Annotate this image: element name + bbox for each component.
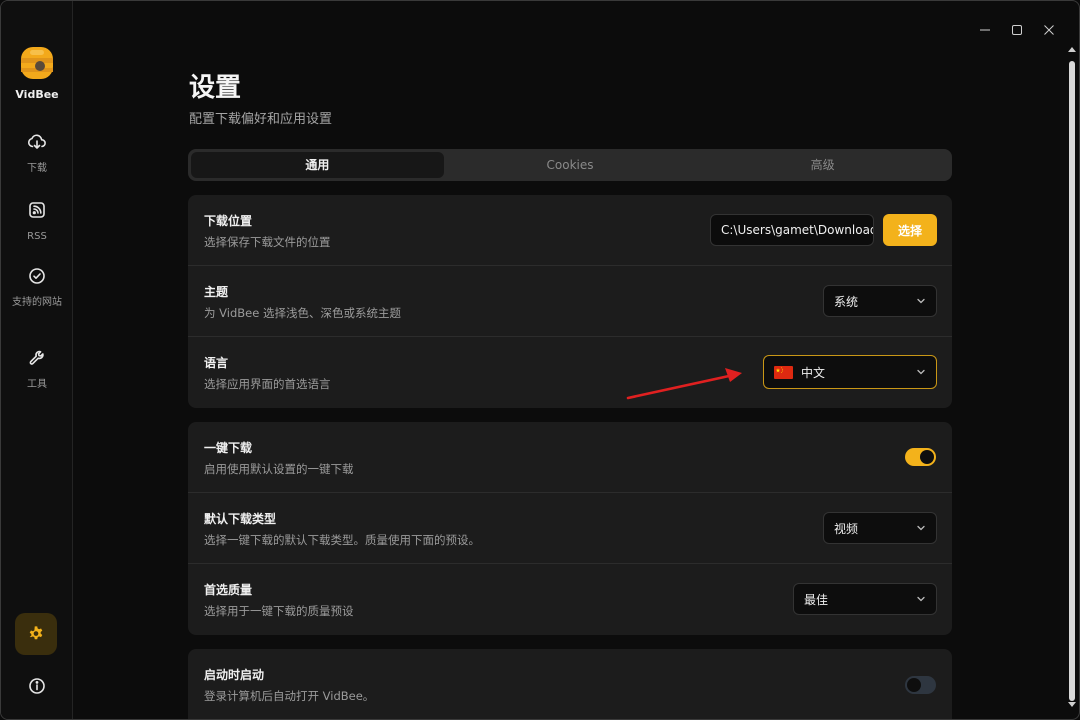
setting-title: 下载位置 <box>204 214 253 228</box>
check-circle-icon <box>29 268 45 284</box>
setting-theme: 主题 为 VidBee 选择浅色、深色或系统主题 系统 <box>188 266 952 337</box>
tab-general[interactable]: 通用 <box>191 152 444 178</box>
maximize-icon <box>1012 25 1022 35</box>
sidebar: VidBee 下载 RSS 支持的网站 工具 <box>1 1 73 719</box>
setting-title: 首选质量 <box>204 583 253 597</box>
chevron-down-icon <box>917 369 925 375</box>
toggle-knob <box>907 678 921 692</box>
download-type-select[interactable]: 视频 <box>823 512 937 544</box>
setting-download-location: 下载位置 选择保存下载文件的位置 C:\Users\gamet\Download… <box>188 195 952 266</box>
setting-preferred-quality: 首选质量 选择用于一键下载的质量预设 最佳 <box>188 564 952 635</box>
setting-description: 选择应用界面的首选语言 <box>204 377 331 391</box>
sidebar-item-label: 支持的网站 <box>12 297 62 308</box>
setting-title: 语言 <box>204 356 229 370</box>
minimize-icon <box>980 29 990 31</box>
quality-value: 最佳 <box>804 592 829 607</box>
setting-default-download-type: 默认下载类型 选择一键下载的默认下载类型。质量使用下面的预设。 视频 <box>188 493 952 564</box>
scrollbar[interactable] <box>1068 47 1076 707</box>
sidebar-item-label: RSS <box>27 231 47 242</box>
toggle-knob <box>920 450 934 464</box>
china-flag-icon <box>774 365 793 379</box>
setting-description: 选择保存下载文件的位置 <box>204 235 331 249</box>
settings-button[interactable] <box>15 613 57 655</box>
setting-title: 默认下载类型 <box>204 512 277 526</box>
app-window: VidBee 下载 RSS 支持的网站 工具 设置 配置下载偏好和应用设置 通用… <box>0 0 1080 720</box>
minimize-button[interactable] <box>976 21 994 39</box>
page-title: 设置 <box>189 73 242 103</box>
sidebar-item-rss[interactable]: RSS <box>1 200 73 243</box>
language-select-value: 中文 <box>801 365 826 380</box>
scroll-up-arrow[interactable] <box>1068 47 1076 52</box>
general-settings-card: 下载位置 选择保存下载文件的位置 C:\Users\gamet\Download… <box>188 195 952 408</box>
launch-at-startup-toggle[interactable] <box>905 676 936 694</box>
page-subtitle: 配置下载偏好和应用设置 <box>189 112 333 127</box>
setting-description: 启用使用默认设置的一键下载 <box>204 462 354 476</box>
rss-icon <box>29 202 45 218</box>
sidebar-item-supported-sites[interactable]: 支持的网站 <box>1 266 73 309</box>
theme-select[interactable]: 系统 <box>823 285 937 317</box>
tab-advanced[interactable]: 高级 <box>696 152 949 178</box>
setting-description: 为 VidBee 选择浅色、深色或系统主题 <box>204 306 401 320</box>
scroll-thumb[interactable] <box>1069 61 1075 701</box>
quality-select[interactable]: 最佳 <box>793 583 937 615</box>
language-select[interactable]: 中文 <box>763 355 937 389</box>
setting-launch-at-startup: 启动时启动 登录计算机后自动打开 VidBee。 <box>188 649 952 719</box>
setting-description: 选择一键下载的默认下载类型。质量使用下面的预设。 <box>204 533 480 547</box>
info-icon[interactable] <box>27 676 47 696</box>
setting-description: 登录计算机后自动打开 VidBee。 <box>204 689 375 703</box>
setting-description: 选择用于一键下载的质量预设 <box>204 604 354 618</box>
download-type-value: 视频 <box>834 521 859 536</box>
sidebar-item-label: 工具 <box>27 379 47 390</box>
setting-title: 主题 <box>204 285 229 299</box>
chevron-down-icon <box>917 596 925 602</box>
gear-icon <box>29 626 43 640</box>
tab-cookies[interactable]: Cookies <box>444 152 697 178</box>
close-icon <box>1044 25 1054 35</box>
vidbee-logo-icon[interactable] <box>17 43 57 83</box>
sidebar-item-download[interactable]: 下载 <box>1 132 73 175</box>
download-settings-card: 一键下载 启用使用默认设置的一键下载 默认下载类型 选择一键下载的默认下载类型。… <box>188 422 952 635</box>
chevron-down-icon <box>917 525 925 531</box>
setting-title: 一键下载 <box>204 441 253 455</box>
download-path-input[interactable]: C:\Users\gamet\Downloads <box>710 214 874 246</box>
startup-settings-card: 启动时启动 登录计算机后自动打开 VidBee。 <box>188 649 952 719</box>
theme-select-value: 系统 <box>834 294 859 309</box>
scroll-down-arrow[interactable] <box>1068 702 1076 707</box>
wrench-icon <box>29 350 44 365</box>
one-click-download-toggle[interactable] <box>905 448 936 466</box>
app-name: VidBee <box>15 88 59 101</box>
close-button[interactable] <box>1040 21 1058 39</box>
sidebar-item-tools[interactable]: 工具 <box>1 348 73 391</box>
setting-language: 语言 选择应用界面的首选语言 中文 <box>188 337 952 408</box>
chevron-down-icon <box>917 298 925 304</box>
download-cloud-icon <box>27 134 46 149</box>
sidebar-item-label: 下载 <box>27 163 47 174</box>
maximize-button[interactable] <box>1008 21 1026 39</box>
setting-title: 启动时启动 <box>204 668 265 682</box>
annotation-arrow-icon <box>626 368 742 400</box>
choose-folder-button[interactable]: 选择 <box>883 214 937 246</box>
setting-one-click-download: 一键下载 启用使用默认设置的一键下载 <box>188 422 952 493</box>
settings-tabs: 通用 Cookies 高级 <box>188 149 952 181</box>
